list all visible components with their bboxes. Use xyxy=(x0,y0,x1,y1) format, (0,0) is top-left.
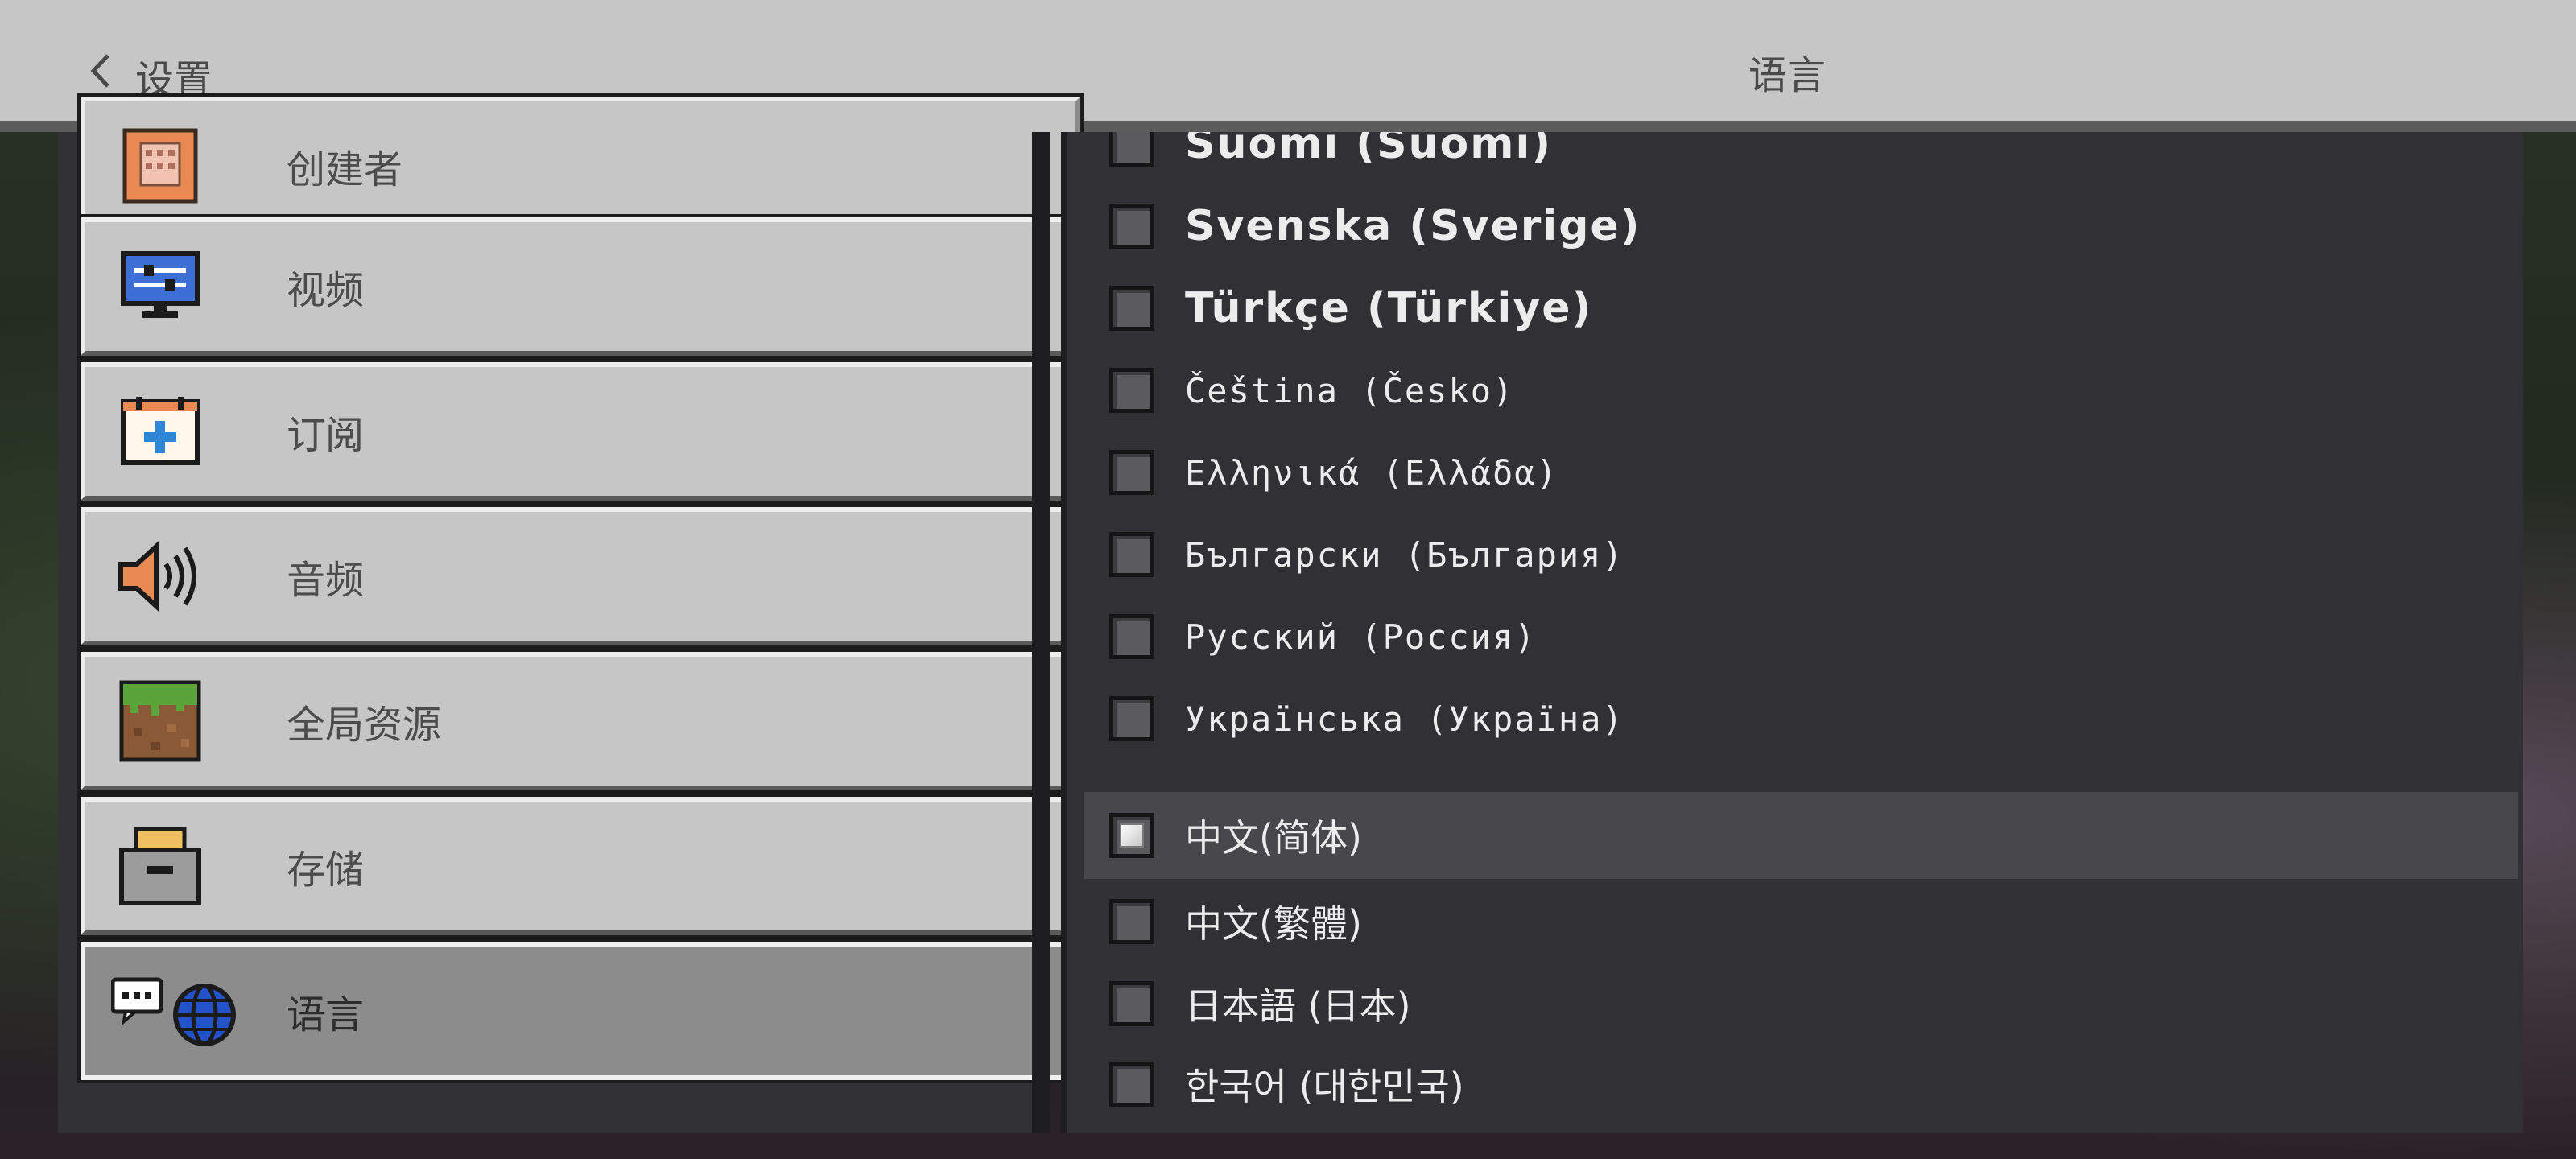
creator-icon xyxy=(116,122,204,210)
language-label: Русский (Россия) xyxy=(1185,617,1537,657)
language-option-cestina[interactable]: Čeština (Česko) xyxy=(1084,349,2518,431)
category-video[interactable]: 视频 xyxy=(77,214,1084,359)
language-option-chinese-traditional[interactable]: 中文(繁體) xyxy=(1084,881,2518,963)
category-label: 创建者 xyxy=(287,147,403,192)
category-creator[interactable]: 创建者 xyxy=(77,93,1084,238)
language-checkbox[interactable] xyxy=(1109,450,1154,495)
language-label: 中文(繁體) xyxy=(1185,902,1362,946)
speaker-icon xyxy=(116,532,204,621)
language-option-chinese-simplified[interactable]: 中文(简体) xyxy=(1084,792,2518,879)
language-checkbox-checked[interactable] xyxy=(1109,813,1154,858)
language-checkbox[interactable] xyxy=(1109,132,1154,167)
language-list: Suomi (Suomi) Svenska (Sverige) Türkçe (… xyxy=(1061,132,2523,1133)
language-label: Български (България) xyxy=(1185,534,1624,575)
language-label: Ελληνικά (Ελλάδα) xyxy=(1185,452,1558,493)
chevron-left-icon xyxy=(87,51,114,101)
language-option-russian[interactable]: Русский (Россия) xyxy=(1084,596,2518,678)
category-audio[interactable]: 音频 xyxy=(77,504,1084,649)
category-label: 存储 xyxy=(287,848,365,893)
language-label: Čeština (Česko) xyxy=(1185,370,1515,410)
language-option-bulgarian[interactable]: Български (България) xyxy=(1084,514,2518,596)
language-checkbox[interactable] xyxy=(1109,1062,1154,1107)
back-label: 设置 xyxy=(135,57,213,102)
category-language[interactable]: 语言 xyxy=(77,938,1084,1083)
category-label: 全局资源 xyxy=(287,703,442,748)
language-option-turkce[interactable]: Türkçe (Türkiye) xyxy=(1084,267,2518,349)
language-label: 한국어 (대한민국) xyxy=(1185,1065,1464,1108)
language-globe-icon xyxy=(111,967,240,1055)
video-monitor-icon xyxy=(116,242,204,331)
category-storage[interactable]: 存储 xyxy=(77,794,1084,938)
language-checkbox[interactable] xyxy=(1109,614,1154,659)
language-checkbox[interactable] xyxy=(1109,368,1154,413)
language-checkbox[interactable] xyxy=(1109,286,1154,331)
language-checkbox[interactable] xyxy=(1109,532,1154,577)
language-option-greek[interactable]: Ελληνικά (Ελλάδα) xyxy=(1084,431,2518,514)
language-option-svenska[interactable]: Svenska (Sverige) xyxy=(1084,185,2518,267)
language-label: Svenska (Sverige) xyxy=(1185,202,1641,250)
page-title: 语言 xyxy=(1748,53,1826,98)
language-label: 日本語 (日本) xyxy=(1185,984,1411,1028)
category-label: 语言 xyxy=(287,992,365,1037)
language-option-japanese[interactable]: 日本語 (日本) xyxy=(1084,963,2518,1045)
settings-category-list: 创建者 视频 订阅 音频 全局资源 存储 语言 xyxy=(58,93,1084,1133)
category-global-resources[interactable]: 全局资源 xyxy=(77,649,1084,794)
category-label: 音频 xyxy=(287,558,365,603)
language-label: Türkçe (Türkiye) xyxy=(1185,284,1593,332)
category-subscriptions[interactable]: 订阅 xyxy=(77,359,1084,504)
language-checkbox[interactable] xyxy=(1109,981,1154,1026)
language-checkbox[interactable] xyxy=(1109,204,1154,249)
language-option-suomi[interactable]: Suomi (Suomi) xyxy=(1084,132,2518,185)
language-option-korean[interactable]: 한국어 (대한민국) xyxy=(1084,1043,2518,1125)
language-checkbox[interactable] xyxy=(1109,899,1154,944)
language-label: 中文(简体) xyxy=(1185,816,1362,860)
left-panel-scrollbar[interactable] xyxy=(1032,132,1050,1133)
language-label: Suomi (Suomi) xyxy=(1185,132,1553,168)
language-option-ukrainian[interactable]: Українська (Україна) xyxy=(1084,678,2518,760)
category-label: 订阅 xyxy=(287,413,365,458)
grass-block-icon xyxy=(116,677,204,765)
storage-box-icon xyxy=(116,822,204,910)
subscription-calendar-icon xyxy=(116,387,204,476)
language-checkbox[interactable] xyxy=(1109,696,1154,741)
language-label: Українська (Україна) xyxy=(1185,699,1624,739)
category-label: 视频 xyxy=(287,268,365,313)
